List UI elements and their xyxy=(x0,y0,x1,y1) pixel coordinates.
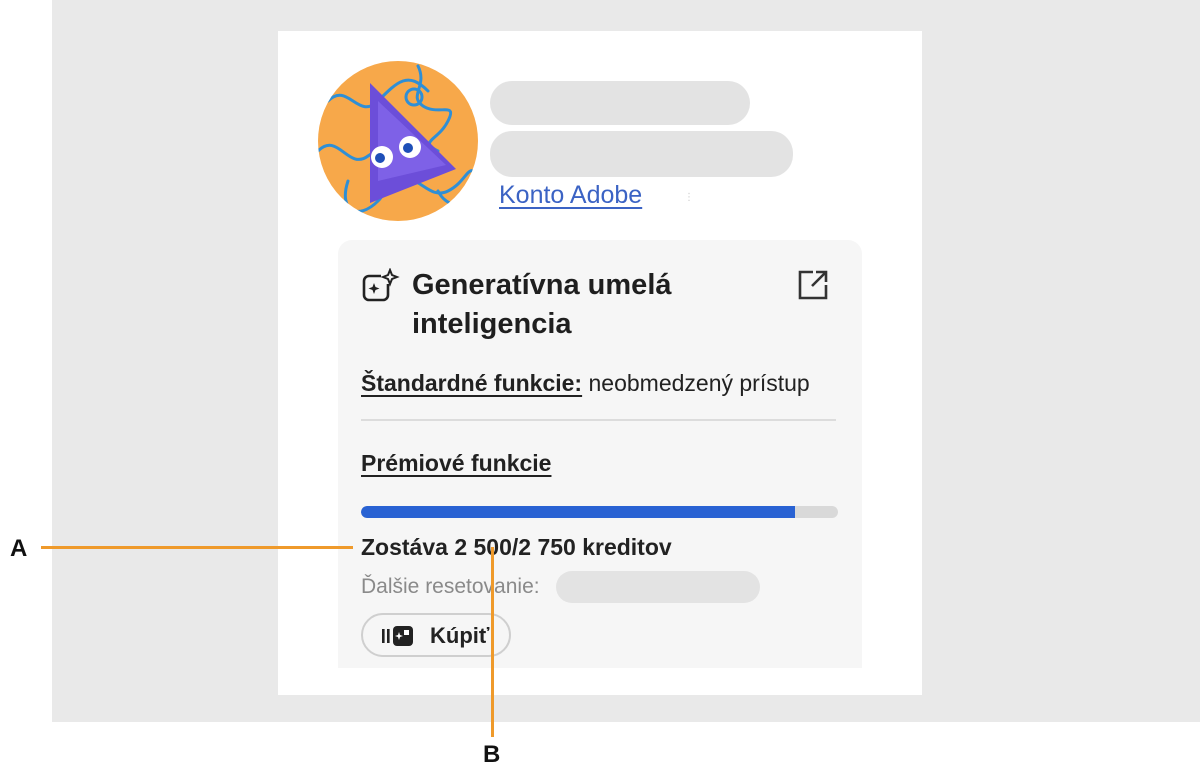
credits-progress-bar xyxy=(361,506,838,518)
open-external-icon[interactable] xyxy=(796,268,830,302)
next-reset-label: Ďalšie resetovanie: xyxy=(361,575,540,598)
adobe-account-link[interactable]: Konto Adobe xyxy=(499,181,642,210)
separator-dot: ⋮ xyxy=(684,193,694,207)
credits-progress-fill xyxy=(361,506,795,518)
buy-credits-button[interactable]: Kúpiť xyxy=(361,613,511,657)
credits-remaining-text: Zostáva 2 500/2 750 kreditov xyxy=(361,534,672,560)
card-title: Generatívna umelá inteligencia xyxy=(412,269,672,340)
callout-label-b: B xyxy=(483,741,501,768)
user-email-placeholder xyxy=(490,131,793,177)
avatar xyxy=(318,61,478,221)
standard-features-link[interactable]: Štandardné funkcie: xyxy=(361,370,582,396)
user-name-placeholder xyxy=(490,81,750,125)
callout-line-b xyxy=(491,547,494,737)
premium-features-link[interactable]: Prémiové funkcie xyxy=(361,450,551,477)
callout-label-a: A xyxy=(10,535,28,562)
callout-line-a xyxy=(41,546,353,549)
credits-icon xyxy=(379,624,419,648)
divider xyxy=(361,419,836,421)
generative-ai-sparkle-icon xyxy=(361,267,401,304)
reset-date-placeholder xyxy=(556,571,760,603)
standard-features-value: neobmedzený prístup xyxy=(582,370,810,396)
standard-features-row: Štandardné funkcie: neobmedzený prístup xyxy=(361,370,810,397)
buy-button-label: Kúpiť xyxy=(430,623,490,648)
